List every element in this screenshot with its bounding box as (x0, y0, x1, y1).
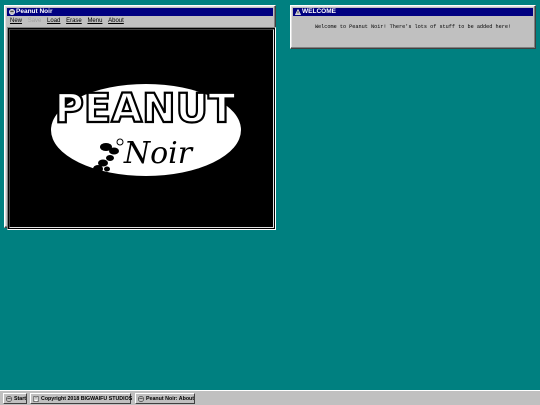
welcome-message: Welcome to Peanut Noir! There's lots of … (314, 24, 512, 30)
welcome-window-title: WELCOME (302, 8, 336, 15)
main-window-title: Peanut Noir (16, 8, 53, 15)
peanut-noir-logo: PEANUT Noir (51, 84, 241, 176)
menu-new[interactable]: New (9, 17, 23, 26)
menu-load[interactable]: Load (46, 17, 61, 26)
document-icon (33, 396, 39, 402)
welcome-window: WELCOME Welcome to Peanut Noir! There's … (290, 5, 536, 49)
main-window-titlebar[interactable]: Peanut Noir (7, 8, 273, 16)
menu-load-label: Load (47, 18, 61, 24)
menu-menu-label: Menu (87, 18, 103, 24)
taskbar: Start Copyright 2018 BIGWAIFU STUDIOS Pe… (0, 390, 540, 405)
menu-about-label: About (108, 18, 124, 24)
start-label: Start (14, 396, 27, 402)
app-icon (138, 396, 144, 402)
logo-title-bottom: Noir (123, 136, 194, 171)
menu-menu[interactable]: Menu (86, 17, 103, 26)
game-canvas-frame: PEANUT Noir (7, 27, 276, 230)
main-window: Peanut Noir New Save Load Erase Menu Abo… (4, 5, 276, 230)
menu-bar: New Save Load Erase Menu About (7, 17, 273, 26)
app-icon (9, 9, 15, 15)
menu-erase[interactable]: Erase (65, 17, 83, 26)
warning-icon (295, 9, 301, 15)
game-canvas[interactable]: PEANUT Noir (9, 29, 274, 228)
task-peanut-noir-about[interactable]: Peanut Noir: About (135, 393, 195, 404)
start-button[interactable]: Start (3, 393, 27, 404)
copyright-label: Copyright 2018 BIGWAIFU STUDIOS (41, 396, 133, 402)
start-icon (6, 396, 12, 402)
menu-about[interactable]: About (107, 17, 125, 26)
menu-save[interactable]: Save (27, 17, 43, 26)
menu-erase-label: Erase (66, 18, 82, 24)
task-label: Peanut Noir: About (146, 396, 195, 402)
menu-new-label: New (10, 18, 23, 24)
welcome-window-titlebar[interactable]: WELCOME (293, 8, 533, 16)
copyright-button[interactable]: Copyright 2018 BIGWAIFU STUDIOS (30, 393, 133, 404)
logo-title-top: PEANUT (55, 86, 237, 132)
menu-save-label: Save (27, 18, 42, 24)
